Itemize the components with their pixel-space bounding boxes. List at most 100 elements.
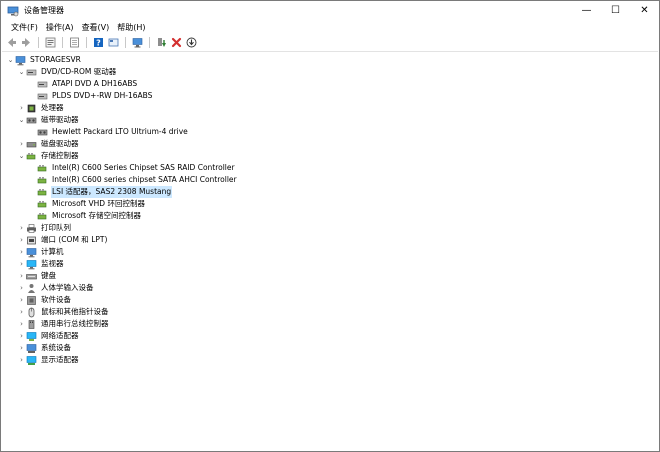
collapse-chevron-icon[interactable]: ⌄ [17, 66, 26, 78]
tree-category-disk[interactable]: › 磁盘驱动器 [17, 138, 80, 150]
system-icon [26, 343, 37, 354]
controller-icon [37, 187, 48, 198]
expand-chevron-icon[interactable]: › [17, 282, 26, 294]
category-label: 端口 (COM 和 LPT) [41, 235, 108, 244]
expand-chevron-icon[interactable]: › [17, 342, 26, 354]
expand-chevron-icon[interactable]: › [17, 246, 26, 258]
tree-device[interactable]: PLDS DVD+-RW DH-16ABS [37, 90, 153, 102]
scan-icon[interactable] [130, 35, 144, 49]
hid-icon [26, 283, 37, 294]
expand-chevron-icon[interactable]: › [17, 354, 26, 366]
device-label: ATAPI DVD A DH16ABS [52, 79, 138, 88]
tree-category-display[interactable]: › 显示适配器 [17, 354, 80, 366]
tree-device[interactable]: Microsoft 存储空间控制器 [37, 210, 142, 222]
monitor-icon [26, 259, 37, 270]
expand-chevron-icon[interactable]: › [17, 294, 26, 306]
tree-category-processor[interactable]: › 处理器 [17, 102, 65, 114]
network-icon [26, 331, 37, 342]
category-label: 处理器 [41, 103, 64, 112]
menu-help[interactable]: 帮助(H) [113, 21, 149, 34]
category-label: 软件设备 [41, 295, 71, 304]
expand-chevron-icon[interactable]: › [17, 318, 26, 330]
device-manager-window: 设备管理器 — ☐ ✕ 文件(F) 操作(A) 查看(V) 帮助(H) ? ⌄ … [0, 0, 660, 452]
tree-category-storage[interactable]: ⌄ 存储控制器 [17, 150, 80, 162]
tree-device[interactable]: ATAPI DVD A DH16ABS [37, 78, 138, 90]
svg-text:?: ? [96, 38, 101, 47]
tape-icon [26, 115, 37, 126]
tree-category-printer[interactable]: › 打印队列 [17, 222, 72, 234]
device-label: Microsoft 存储空间控制器 [52, 211, 142, 220]
toolbar-separator [149, 36, 150, 48]
keyboard-icon [26, 271, 37, 282]
close-button[interactable]: ✕ [630, 1, 659, 20]
category-label: 磁盘驱动器 [41, 139, 79, 148]
device-label: Intel(R) C600 series chipset SATA AHCI C… [52, 175, 237, 184]
expand-chevron-icon[interactable]: › [17, 222, 26, 234]
tree-category-network[interactable]: › 网络适配器 [17, 330, 80, 342]
uninstall-icon[interactable] [169, 35, 183, 49]
tree-root[interactable]: ⌄ STORAGESVR [6, 54, 82, 66]
download-icon[interactable] [184, 35, 198, 49]
maximize-button[interactable]: ☐ [601, 1, 630, 20]
back-icon[interactable] [4, 35, 18, 49]
minimize-button[interactable]: — [572, 1, 601, 20]
device-label: Microsoft VHD 环回控制器 [52, 199, 145, 208]
processor-icon [26, 103, 37, 114]
controller-icon [37, 163, 48, 174]
forward-icon[interactable] [19, 35, 33, 49]
tree-device[interactable]: Hewlett Packard LTO Ultrium-4 drive [37, 126, 189, 138]
category-label: 人体学输入设备 [41, 283, 94, 292]
device-label: PLDS DVD+-RW DH-16ABS [52, 91, 153, 100]
category-label: 计算机 [41, 247, 64, 256]
tree-device-selected[interactable]: LSI 适配器，SAS2 2308 Mustang [37, 186, 173, 198]
category-label: 键盘 [41, 271, 56, 280]
help-icon[interactable]: ? [91, 35, 105, 49]
device-label: LSI 适配器，SAS2 2308 Mustang [51, 186, 173, 198]
expand-chevron-icon[interactable]: › [17, 270, 26, 282]
device-label: Hewlett Packard LTO Ultrium-4 drive [52, 127, 188, 136]
tree-category-mice[interactable]: › 鼠标和其他指针设备 [17, 306, 110, 318]
toolbar: ? [1, 35, 659, 49]
category-label: 磁带驱动器 [41, 115, 79, 124]
tree-category-usb[interactable]: › 通用串行总线控制器 [17, 318, 110, 330]
toolbar-separator [62, 36, 63, 48]
category-label: 监视器 [41, 259, 64, 268]
details-icon[interactable] [67, 35, 81, 49]
expand-chevron-icon[interactable]: › [17, 138, 26, 150]
tree-category-software[interactable]: › 软件设备 [17, 294, 72, 306]
tree-category-dvd[interactable]: ⌄ DVD/CD-ROM 驱动器 [17, 66, 117, 78]
expand-chevron-icon[interactable]: › [17, 330, 26, 342]
category-label: 打印队列 [41, 223, 71, 232]
tree-category-keyboards[interactable]: › 键盘 [17, 270, 57, 282]
mouse-icon [26, 307, 37, 318]
expand-chevron-icon[interactable]: › [17, 258, 26, 270]
collapse-chevron-icon[interactable]: ⌄ [17, 150, 26, 162]
collapse-chevron-icon[interactable]: ⌄ [17, 114, 26, 126]
menu-action[interactable]: 操作(A) [42, 21, 78, 34]
view-icon[interactable] [106, 35, 120, 49]
tree-device[interactable]: Intel(R) C600 series chipset SATA AHCI C… [37, 174, 238, 186]
category-label: 存储控制器 [41, 151, 79, 160]
dvd-drive-icon [37, 91, 48, 102]
properties-icon[interactable] [43, 35, 57, 49]
menu-view[interactable]: 查看(V) [78, 21, 114, 34]
toolbar-separator [86, 36, 87, 48]
tree-category-ports[interactable]: › 端口 (COM 和 LPT) [17, 234, 108, 246]
tree-category-computer[interactable]: › 计算机 [17, 246, 65, 258]
expand-chevron-icon[interactable]: › [17, 234, 26, 246]
tree-category-hid[interactable]: › 人体学输入设备 [17, 282, 95, 294]
tree-category-tape[interactable]: ⌄ 磁带驱动器 [17, 114, 80, 126]
update-driver-icon[interactable] [154, 35, 168, 49]
tree-category-system[interactable]: › 系统设备 [17, 342, 72, 354]
toolbar-separator [38, 36, 39, 48]
menu-bar: 文件(F) 操作(A) 查看(V) 帮助(H) [1, 20, 659, 35]
expand-chevron-icon[interactable]: › [17, 306, 26, 318]
window-controls: — ☐ ✕ [572, 1, 659, 20]
collapse-chevron-icon[interactable]: ⌄ [6, 54, 15, 66]
menu-file[interactable]: 文件(F) [7, 21, 42, 34]
tree-device[interactable]: Microsoft VHD 环回控制器 [37, 198, 146, 210]
tree-device[interactable]: Intel(R) C600 Series Chipset SAS RAID Co… [37, 162, 236, 174]
port-icon [26, 235, 37, 246]
tree-category-monitors[interactable]: › 监视器 [17, 258, 65, 270]
expand-chevron-icon[interactable]: › [17, 102, 26, 114]
